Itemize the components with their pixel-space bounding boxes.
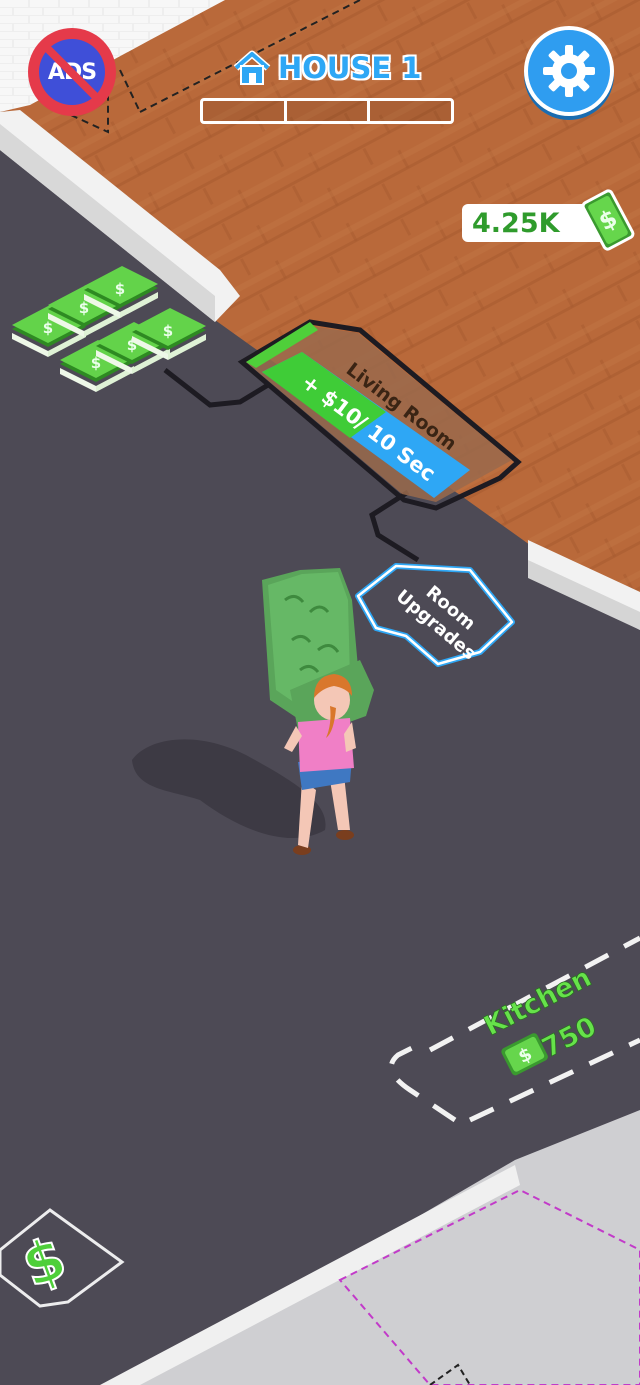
settings-button[interactable]: [524, 26, 614, 116]
no-ads-icon: ADS: [38, 39, 106, 107]
house-icon: [233, 50, 271, 85]
house-title-text: HOUSE 1: [278, 51, 422, 85]
svg-text:$: $: [163, 322, 173, 340]
house-progress-bar: [200, 98, 454, 124]
cash-icon: $: [581, 189, 635, 251]
svg-text:$: $: [43, 319, 53, 337]
house-title: HOUSE 1: [232, 48, 421, 88]
progress-segment: [203, 101, 287, 121]
no-ads-button[interactable]: ADS: [28, 28, 116, 116]
progress-segment: [370, 101, 451, 121]
progress-segment: [287, 101, 371, 121]
gear-icon: [543, 45, 595, 97]
svg-text:$: $: [115, 280, 125, 298]
money-value: 4.25K: [472, 207, 560, 239]
